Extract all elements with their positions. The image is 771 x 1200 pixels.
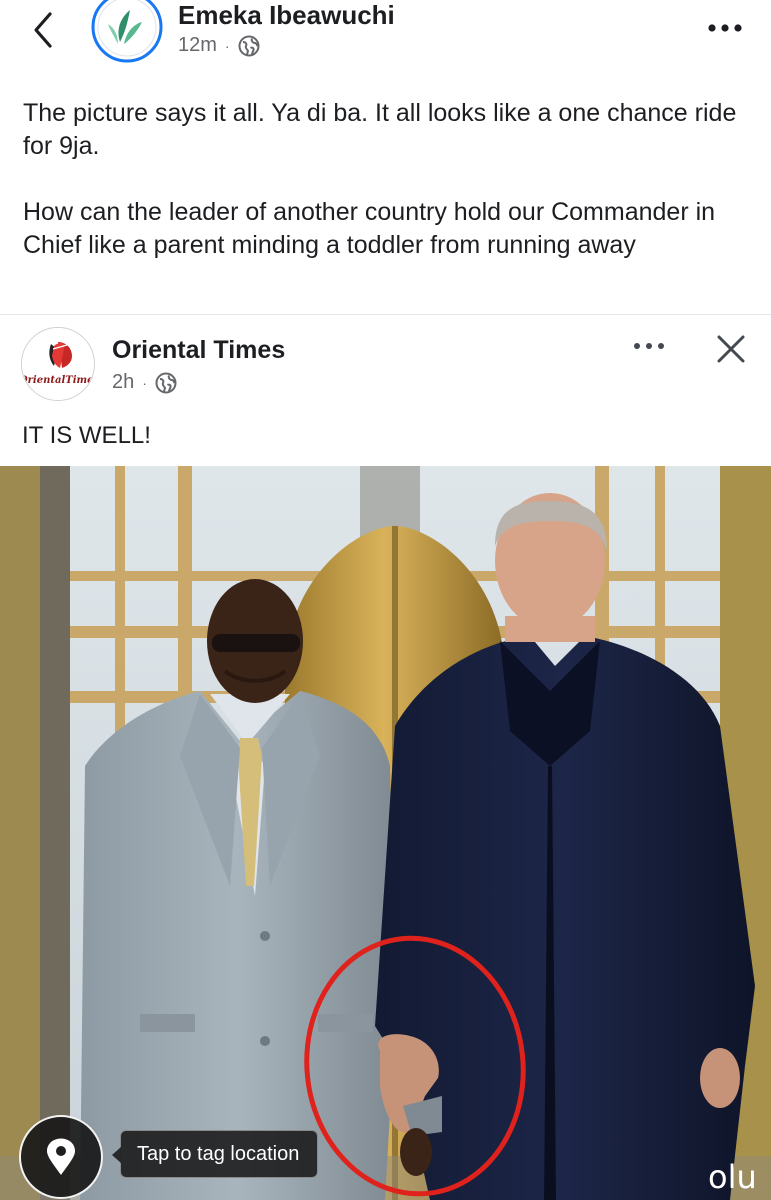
post-timestamp[interactable]: 12m (178, 34, 217, 57)
meta-separator: · (142, 374, 147, 391)
shared-avatar-logo-text: OrientalTimes (22, 375, 95, 386)
globe-icon (238, 35, 260, 56)
close-icon (717, 335, 745, 363)
shared-post-meta: 2h · (112, 371, 177, 394)
more-options-button[interactable] (707, 18, 743, 38)
post-meta: 12m · (178, 34, 260, 57)
back-button[interactable] (22, 8, 66, 52)
more-horizontal-icon (634, 343, 664, 349)
chevron-left-icon (34, 12, 52, 48)
shared-more-options-button[interactable] (632, 338, 666, 354)
post-photo[interactable]: Tap to tag location olu (0, 466, 771, 1200)
globe-icon (155, 372, 177, 393)
location-pin-icon (47, 1138, 75, 1175)
divider (0, 314, 771, 315)
post-header: Emeka Ibeawuchi 12m · (0, 0, 771, 80)
author-avatar[interactable] (90, 0, 164, 66)
shared-post-timestamp[interactable]: 2h (112, 371, 134, 394)
meta-separator: · (224, 37, 230, 54)
author-name[interactable]: Emeka Ibeawuchi (178, 0, 395, 31)
shared-page-name[interactable]: Oriental Times (112, 336, 285, 365)
hide-post-button[interactable] (714, 332, 748, 366)
post-paragraph: The picture says it all. Ya di ba. It al… (23, 99, 737, 160)
more-horizontal-icon (708, 24, 742, 32)
photo-watermark: olu (708, 1158, 757, 1196)
photo-illustration (0, 466, 771, 1200)
tag-location-button[interactable] (19, 1115, 103, 1199)
post-text: The picture says it all. Ya di ba. It al… (23, 97, 753, 262)
tag-location-tooltip[interactable]: Tap to tag location (111, 1130, 319, 1178)
post-paragraph: How can the leader of another country ho… (23, 198, 716, 259)
shared-post-caption: IT IS WELL! (22, 422, 151, 449)
shared-page-avatar[interactable]: OrientalTimes (21, 327, 95, 401)
